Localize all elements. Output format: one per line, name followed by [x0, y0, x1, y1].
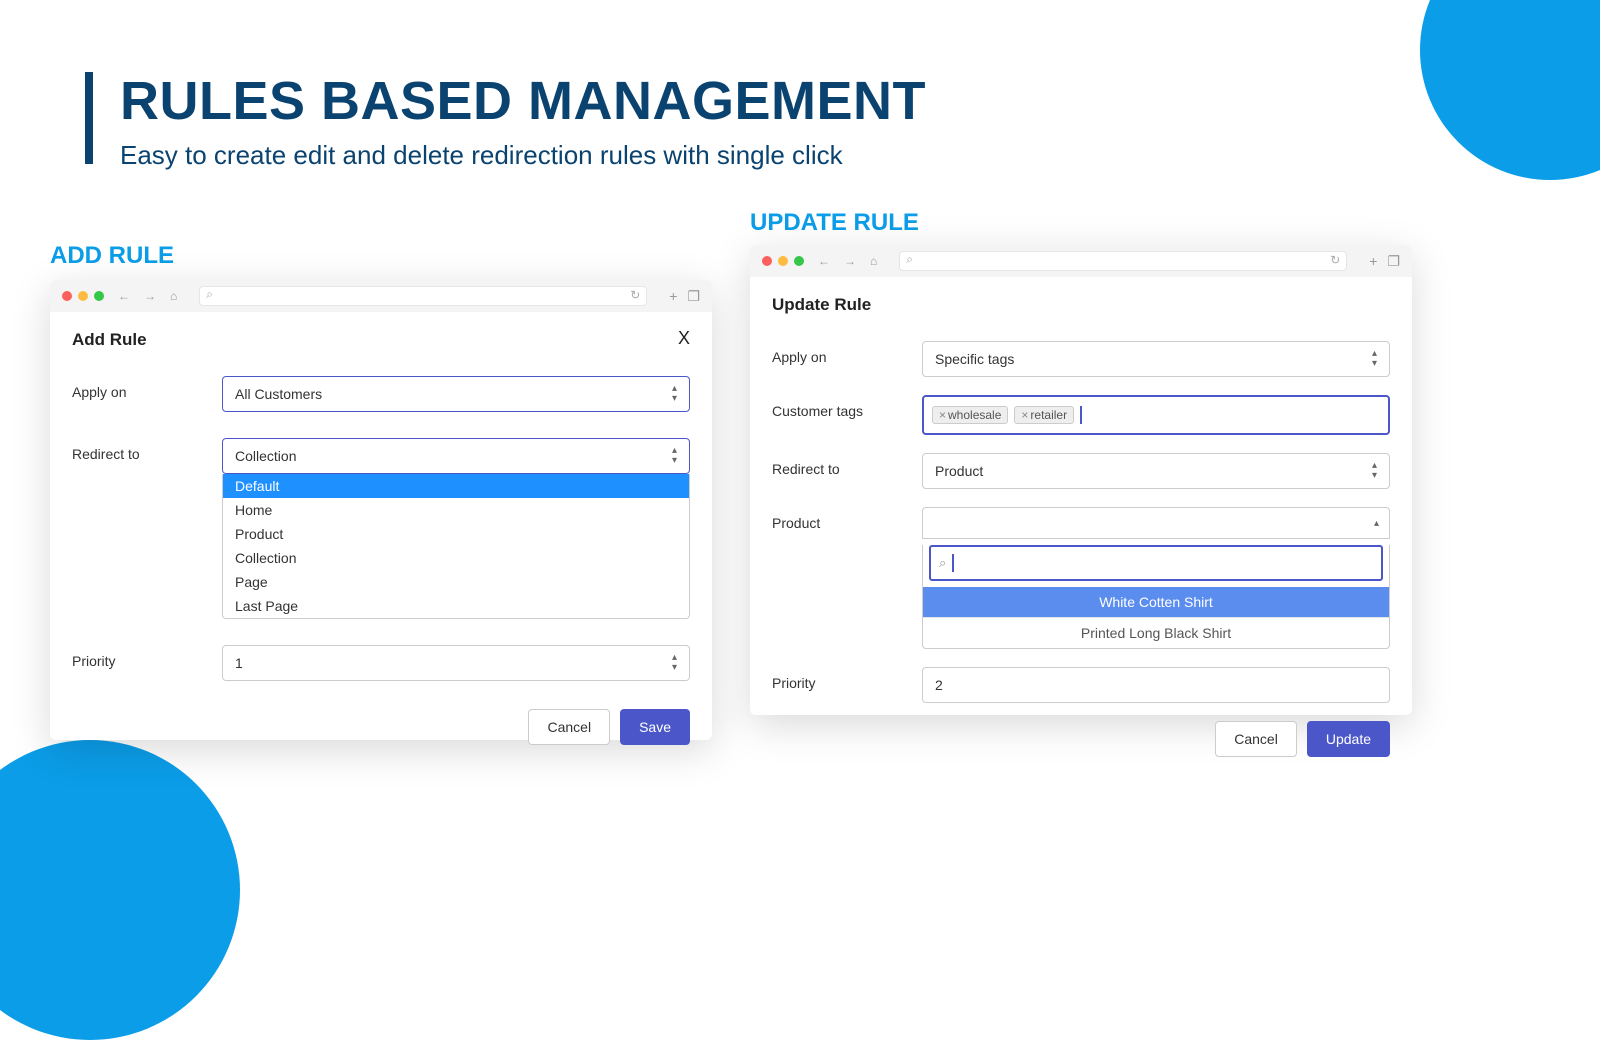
priority-input[interactable]	[922, 667, 1390, 703]
redirect-to-label: Redirect to	[72, 438, 222, 462]
back-icon[interactable]: ←	[118, 289, 130, 303]
new-tab-icon[interactable]: +	[1369, 253, 1377, 270]
product-option[interactable]: Printed Long Black Shirt	[923, 617, 1389, 648]
priority-label: Priority	[72, 645, 222, 669]
tag-chip[interactable]: ×wholesale	[932, 406, 1008, 424]
product-search-input[interactable]: ⌕	[929, 545, 1383, 581]
reload-icon[interactable]: ↻	[1330, 253, 1340, 267]
modal-title: Update Rule	[772, 295, 1390, 315]
product-option[interactable]: White Cotten Shirt	[923, 587, 1389, 617]
cancel-button[interactable]: Cancel	[528, 709, 610, 745]
back-icon[interactable]: ←	[818, 254, 830, 268]
remove-tag-icon[interactable]: ×	[939, 408, 946, 422]
dropdown-option[interactable]: Default	[223, 474, 689, 498]
product-select[interactable]: ▴	[922, 507, 1390, 539]
section-label-update-rule: UPDATE RULE	[750, 209, 919, 237]
apply-on-label: Apply on	[72, 376, 222, 400]
priority-value: 1	[235, 655, 243, 671]
tag-chip[interactable]: ×retailer	[1014, 406, 1074, 424]
save-button[interactable]: Save	[620, 709, 690, 745]
new-tab-icon[interactable]: +	[669, 288, 677, 305]
close-icon[interactable]: X	[678, 328, 690, 349]
redirect-to-select[interactable]: Product ▴▾	[922, 453, 1390, 489]
add-rule-panel: ← → ⌂ ↻ + ❐ Add Rule X Apply on All Cust…	[50, 280, 712, 740]
browser-chrome: ← → ⌂ ↻ + ❐	[50, 280, 712, 312]
dropdown-option[interactable]: Collection	[223, 546, 689, 570]
product-label: Product	[772, 507, 922, 531]
section-label-add-rule: ADD RULE	[50, 242, 174, 270]
chevron-updown-icon: ▴▾	[672, 446, 677, 466]
forward-icon[interactable]: →	[144, 289, 156, 303]
redirect-to-select[interactable]: Collection ▴▾	[222, 438, 690, 474]
remove-tag-icon[interactable]: ×	[1021, 408, 1028, 422]
dropdown-option[interactable]: Page	[223, 570, 689, 594]
redirect-to-label: Redirect to	[772, 453, 922, 477]
dropdown-option[interactable]: Home	[223, 498, 689, 522]
chevron-updown-icon: ▴▾	[1372, 461, 1377, 481]
priority-input[interactable]: 1 ▴▾	[222, 645, 690, 681]
redirect-to-value: Product	[935, 463, 983, 479]
window-zoom-icon[interactable]	[794, 256, 804, 266]
redirect-to-value: Collection	[235, 448, 296, 464]
apply-on-select[interactable]: All Customers ▴▾	[222, 376, 690, 412]
window-minimize-icon[interactable]	[778, 256, 788, 266]
dropdown-option[interactable]: Last Page	[223, 594, 689, 618]
window-minimize-icon[interactable]	[78, 291, 88, 301]
text-cursor	[952, 554, 954, 572]
apply-on-select[interactable]: Specific tags ▴▾	[922, 341, 1390, 377]
decorative-blob-bottom-left	[0, 740, 240, 1040]
forward-icon[interactable]: →	[844, 254, 856, 268]
page-title: RULES BASED MANAGEMENT	[120, 70, 926, 132]
home-icon[interactable]: ⌂	[870, 254, 877, 268]
tabs-icon[interactable]: ❐	[1387, 253, 1400, 270]
accent-bar	[85, 72, 93, 164]
text-cursor	[1080, 406, 1082, 424]
update-rule-panel: ← → ⌂ ↻ + ❐ Update Rule Apply on Specifi…	[750, 245, 1412, 715]
dropdown-option[interactable]: Product	[223, 522, 689, 546]
reload-icon[interactable]: ↻	[630, 288, 640, 302]
apply-on-value: Specific tags	[935, 351, 1014, 367]
window-close-icon[interactable]	[62, 291, 72, 301]
update-button[interactable]: Update	[1307, 721, 1390, 757]
address-bar[interactable]: ↻	[199, 286, 647, 306]
customer-tags-input[interactable]: ×wholesale ×retailer	[922, 395, 1390, 435]
decorative-blob-top-right	[1420, 0, 1600, 180]
product-dropdown: ⌕ White Cotten Shirt Printed Long Black …	[922, 545, 1390, 649]
modal-title: Add Rule	[72, 330, 690, 350]
chevron-updown-icon: ▴▾	[672, 653, 677, 673]
apply-on-value: All Customers	[235, 386, 322, 402]
page-subtitle: Easy to create edit and delete redirecti…	[120, 140, 843, 171]
priority-label: Priority	[772, 667, 922, 691]
window-close-icon[interactable]	[762, 256, 772, 266]
redirect-to-dropdown: Default Home Product Collection Page Las…	[222, 474, 690, 619]
home-icon[interactable]: ⌂	[170, 289, 177, 303]
search-icon: ⌕	[939, 555, 946, 571]
tabs-icon[interactable]: ❐	[687, 288, 700, 305]
apply-on-label: Apply on	[772, 341, 922, 365]
chevron-updown-icon: ▴▾	[1372, 349, 1377, 369]
customer-tags-label: Customer tags	[772, 395, 922, 419]
chevron-updown-icon: ▴▾	[672, 384, 677, 404]
address-bar[interactable]: ↻	[899, 251, 1347, 271]
cancel-button[interactable]: Cancel	[1215, 721, 1297, 757]
browser-chrome: ← → ⌂ ↻ + ❐	[750, 245, 1412, 277]
window-zoom-icon[interactable]	[94, 291, 104, 301]
